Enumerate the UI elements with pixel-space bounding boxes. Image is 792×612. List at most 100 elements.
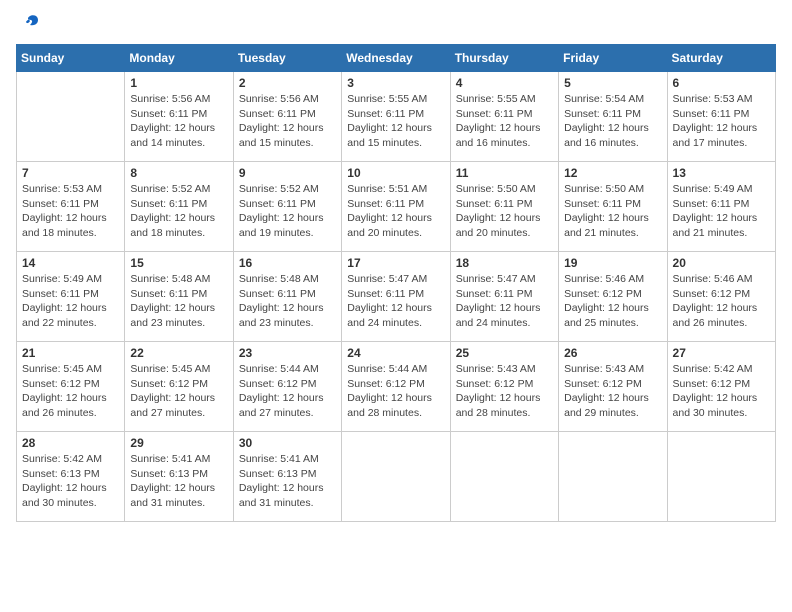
day-number: 19 — [564, 256, 661, 270]
calendar-cell: 3Sunrise: 5:55 AM Sunset: 6:11 PM Daylig… — [342, 72, 450, 162]
calendar-header-row: SundayMondayTuesdayWednesdayThursdayFrid… — [17, 45, 776, 72]
day-number: 29 — [130, 436, 227, 450]
col-header-saturday: Saturday — [667, 45, 775, 72]
col-header-sunday: Sunday — [17, 45, 125, 72]
calendar-cell: 1 Sunrise: 5:56 AM Sunset: 6:11 PM Daylig… — [125, 72, 233, 162]
calendar-cell — [450, 432, 558, 522]
day-number: 18 — [456, 256, 553, 270]
day-number: 23 — [239, 346, 336, 360]
calendar-cell: 6Sunrise: 5:53 AM Sunset: 6:11 PM Daylig… — [667, 72, 775, 162]
calendar-cell: 29 Sunrise: 5:41 AM Sunset: 6:13 PM Dayli… — [125, 432, 233, 522]
day-info: Sunrise: 5:51 AM Sunset: 6:11 PM Dayligh… — [347, 182, 444, 241]
day-info: Sunrise: 5:55 AM Sunset: 6:11 PM Dayligh… — [456, 92, 553, 151]
day-info: Sunrise: 5:52 AM Sunset: 6:11 PM Dayligh… — [239, 182, 336, 241]
calendar-cell: 18 Sunrise: 5:47 AM Sunset: 6:11 PM Dayli… — [450, 252, 558, 342]
calendar-cell: 12 Sunrise: 5:50 AM Sunset: 6:11 PM Dayli… — [559, 162, 667, 252]
day-info: Sunrise: 5:48 AM Sunset: 6:11 PM Dayligh… — [130, 272, 227, 331]
day-info: Sunrise: 5:44 AM Sunset: 6:12 PM Dayligh… — [239, 362, 336, 421]
day-number: 25 — [456, 346, 553, 360]
calendar-cell: 11 Sunrise: 5:50 AM Sunset: 6:11 PM Dayli… — [450, 162, 558, 252]
calendar-cell: 21 Sunrise: 5:45 AM Sunset: 6:12 PM Dayli… — [17, 342, 125, 432]
calendar-cell: 17 Sunrise: 5:47 AM Sunset: 6:11 PM Dayli… — [342, 252, 450, 342]
logo — [16, 16, 40, 34]
col-header-friday: Friday — [559, 45, 667, 72]
day-info: Sunrise: 5:48 AM Sunset: 6:11 PM Dayligh… — [239, 272, 336, 331]
day-number: 22 — [130, 346, 227, 360]
calendar-cell: 26 Sunrise: 5:43 AM Sunset: 6:12 PM Dayli… — [559, 342, 667, 432]
day-info: Sunrise: 5:45 AM Sunset: 6:12 PM Dayligh… — [22, 362, 119, 421]
calendar-cell: 25 Sunrise: 5:43 AM Sunset: 6:12 PM Dayli… — [450, 342, 558, 432]
calendar-cell: 28 Sunrise: 5:42 AM Sunset: 6:13 PM Dayli… — [17, 432, 125, 522]
day-number: 12 — [564, 166, 661, 180]
day-number: 4 — [456, 76, 553, 90]
day-number: 9 — [239, 166, 336, 180]
day-info: Sunrise: 5:43 AM Sunset: 6:12 PM Dayligh… — [456, 362, 553, 421]
calendar-cell: 2Sunrise: 5:56 AM Sunset: 6:11 PM Daylig… — [233, 72, 341, 162]
day-info: Sunrise: 5:46 AM Sunset: 6:12 PM Dayligh… — [564, 272, 661, 331]
day-number: 1 — [130, 76, 227, 90]
col-header-tuesday: Tuesday — [233, 45, 341, 72]
page-container: SundayMondayTuesdayWednesdayThursdayFrid… — [16, 16, 776, 522]
logo-bird-icon — [18, 12, 40, 34]
calendar-cell — [559, 432, 667, 522]
calendar-cell: 15 Sunrise: 5:48 AM Sunset: 6:11 PM Dayli… — [125, 252, 233, 342]
calendar-cell: 7 Sunrise: 5:53 AM Sunset: 6:11 PM Daylig… — [17, 162, 125, 252]
calendar-cell: 20 Sunrise: 5:46 AM Sunset: 6:12 PM Dayli… — [667, 252, 775, 342]
calendar-cell — [342, 432, 450, 522]
day-info: Sunrise: 5:50 AM Sunset: 6:11 PM Dayligh… — [564, 182, 661, 241]
calendar-cell: 5 Sunrise: 5:54 AM Sunset: 6:11 PM Daylig… — [559, 72, 667, 162]
day-info: Sunrise: 5:45 AM Sunset: 6:12 PM Dayligh… — [130, 362, 227, 421]
col-header-wednesday: Wednesday — [342, 45, 450, 72]
day-number: 17 — [347, 256, 444, 270]
week-row-5: 28 Sunrise: 5:42 AM Sunset: 6:13 PM Dayli… — [17, 432, 776, 522]
calendar-cell: 8Sunrise: 5:52 AM Sunset: 6:11 PM Daylig… — [125, 162, 233, 252]
calendar-table: SundayMondayTuesdayWednesdayThursdayFrid… — [16, 44, 776, 522]
day-info: Sunrise: 5:42 AM Sunset: 6:13 PM Dayligh… — [22, 452, 119, 511]
day-number: 10 — [347, 166, 444, 180]
day-info: Sunrise: 5:41 AM Sunset: 6:13 PM Dayligh… — [239, 452, 336, 511]
day-number: 8 — [130, 166, 227, 180]
day-info: Sunrise: 5:41 AM Sunset: 6:13 PM Dayligh… — [130, 452, 227, 511]
day-number: 16 — [239, 256, 336, 270]
day-number: 15 — [130, 256, 227, 270]
day-info: Sunrise: 5:53 AM Sunset: 6:11 PM Dayligh… — [22, 182, 119, 241]
calendar-cell — [667, 432, 775, 522]
calendar-cell: 14Sunrise: 5:49 AM Sunset: 6:11 PM Dayli… — [17, 252, 125, 342]
day-number: 30 — [239, 436, 336, 450]
day-number: 6 — [673, 76, 770, 90]
col-header-thursday: Thursday — [450, 45, 558, 72]
week-row-2: 7 Sunrise: 5:53 AM Sunset: 6:11 PM Daylig… — [17, 162, 776, 252]
calendar-cell: 30 Sunrise: 5:41 AM Sunset: 6:13 PM Dayli… — [233, 432, 341, 522]
day-info: Sunrise: 5:42 AM Sunset: 6:12 PM Dayligh… — [673, 362, 770, 421]
calendar-cell — [17, 72, 125, 162]
calendar-cell: 4 Sunrise: 5:55 AM Sunset: 6:11 PM Daylig… — [450, 72, 558, 162]
calendar-cell: 10 Sunrise: 5:51 AM Sunset: 6:11 PM Dayli… — [342, 162, 450, 252]
day-number: 28 — [22, 436, 119, 450]
day-info: Sunrise: 5:46 AM Sunset: 6:12 PM Dayligh… — [673, 272, 770, 331]
day-number: 26 — [564, 346, 661, 360]
col-header-monday: Monday — [125, 45, 233, 72]
day-info: Sunrise: 5:47 AM Sunset: 6:11 PM Dayligh… — [456, 272, 553, 331]
day-info: Sunrise: 5:47 AM Sunset: 6:11 PM Dayligh… — [347, 272, 444, 331]
calendar-cell: 16 Sunrise: 5:48 AM Sunset: 6:11 PM Dayli… — [233, 252, 341, 342]
calendar-cell: 24Sunrise: 5:44 AM Sunset: 6:12 PM Dayli… — [342, 342, 450, 432]
calendar-cell: 23 Sunrise: 5:44 AM Sunset: 6:12 PM Dayli… — [233, 342, 341, 432]
week-row-3: 14Sunrise: 5:49 AM Sunset: 6:11 PM Dayli… — [17, 252, 776, 342]
day-number: 2 — [239, 76, 336, 90]
day-info: Sunrise: 5:43 AM Sunset: 6:12 PM Dayligh… — [564, 362, 661, 421]
day-info: Sunrise: 5:49 AM Sunset: 6:11 PM Dayligh… — [22, 272, 119, 331]
day-info: Sunrise: 5:54 AM Sunset: 6:11 PM Dayligh… — [564, 92, 661, 151]
calendar-cell: 13Sunrise: 5:49 AM Sunset: 6:11 PM Dayli… — [667, 162, 775, 252]
week-row-1: 1 Sunrise: 5:56 AM Sunset: 6:11 PM Daylig… — [17, 72, 776, 162]
day-number: 3 — [347, 76, 444, 90]
day-number: 7 — [22, 166, 119, 180]
week-row-4: 21 Sunrise: 5:45 AM Sunset: 6:12 PM Dayli… — [17, 342, 776, 432]
day-info: Sunrise: 5:56 AM Sunset: 6:11 PM Dayligh… — [130, 92, 227, 151]
day-number: 20 — [673, 256, 770, 270]
day-info: Sunrise: 5:50 AM Sunset: 6:11 PM Dayligh… — [456, 182, 553, 241]
day-number: 21 — [22, 346, 119, 360]
day-info: Sunrise: 5:44 AM Sunset: 6:12 PM Dayligh… — [347, 362, 444, 421]
day-info: Sunrise: 5:49 AM Sunset: 6:11 PM Dayligh… — [673, 182, 770, 241]
day-number: 11 — [456, 166, 553, 180]
day-number: 5 — [564, 76, 661, 90]
